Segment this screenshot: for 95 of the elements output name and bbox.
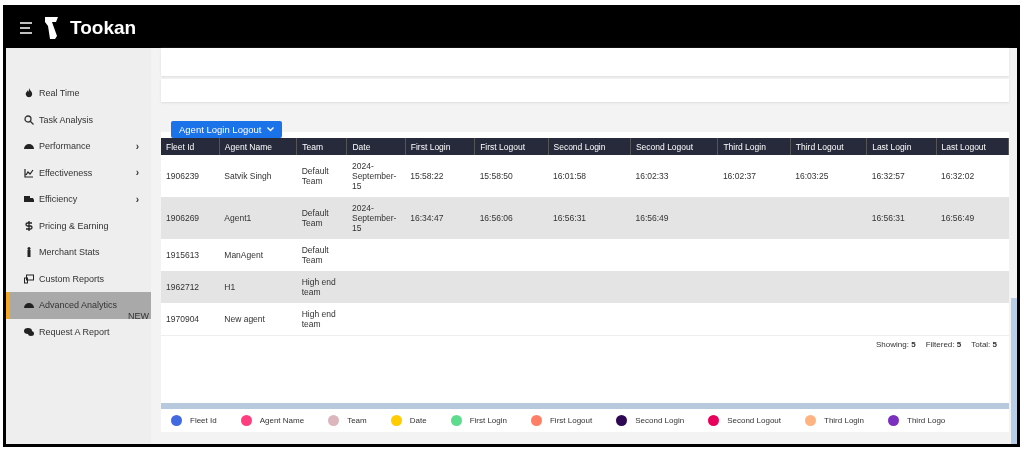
table-cell: 16:32:57 xyxy=(866,155,936,197)
legend-label: Team xyxy=(347,416,367,425)
sidebar-label: Real Time xyxy=(39,88,80,99)
sidebar-label: Effectiveness xyxy=(39,167,93,178)
column-header[interactable]: First Logout xyxy=(474,138,548,155)
legend-label: Date xyxy=(409,416,427,425)
table-cell: 16:56:49 xyxy=(630,197,718,239)
search-icon xyxy=(24,114,34,125)
table-cell: 16:56:06 xyxy=(474,197,548,239)
report-dropdown[interactable]: Agent Login Logout xyxy=(171,121,283,138)
column-header[interactable]: Fleet Id xyxy=(161,138,220,155)
scrollbar-thumb[interactable] xyxy=(1011,298,1017,444)
sidebar-label: Task Analysis xyxy=(39,114,94,125)
column-header[interactable]: First Login xyxy=(405,138,475,155)
caret-icon xyxy=(267,127,275,132)
table-cell: 16:02:37 xyxy=(717,155,791,197)
table-cell: New agent xyxy=(219,303,297,335)
sidebar-label: Performance xyxy=(39,141,91,152)
table-cell: 16:32:02 xyxy=(936,155,1009,197)
stat-text: Total: 5 xyxy=(971,340,997,349)
sidebar-item[interactable]: Request A Report xyxy=(6,318,151,345)
column-header[interactable]: Team xyxy=(296,138,347,155)
table-cell: Agent1 xyxy=(219,197,297,239)
column-header[interactable]: Date xyxy=(346,138,406,155)
column-header[interactable]: Third Logout xyxy=(790,138,867,155)
table-cell: High end team xyxy=(296,303,347,335)
sidebar-item[interactable]: Merchant Stats xyxy=(6,239,151,266)
dollar-icon xyxy=(24,220,34,231)
legend-label: Third Login xyxy=(824,416,865,425)
gauge-icon xyxy=(24,300,34,311)
logo-text: Tookan xyxy=(70,17,137,39)
gauge-icon xyxy=(24,141,34,152)
column-header[interactable]: Third Login xyxy=(717,138,791,155)
sidebar-label: Request A Report xyxy=(39,326,110,337)
menu-icon[interactable] xyxy=(20,22,34,34)
column-header[interactable]: Second Login xyxy=(548,138,631,155)
table-cell: Default Team xyxy=(296,197,347,239)
column-header[interactable]: Second Logout xyxy=(630,138,718,155)
person-icon xyxy=(24,247,34,258)
sidebar-label: Custom Reports xyxy=(39,273,105,284)
sidebar-item[interactable]: Task Analysis xyxy=(6,106,151,133)
table-cell: 15:58:22 xyxy=(405,155,475,197)
table-cell: 15:58:50 xyxy=(474,155,548,197)
legend-label: Second Login xyxy=(635,416,685,425)
flame-icon xyxy=(24,88,34,99)
table-cell: 16:03:25 xyxy=(790,155,867,197)
sidebar-item[interactable]: Effectiveness › xyxy=(6,159,151,186)
table-cell: 16:34:47 xyxy=(405,197,475,239)
new-label: NEW xyxy=(128,310,149,321)
legend-label: First Logout xyxy=(550,416,593,425)
table-cell: 16:56:49 xyxy=(936,197,1009,239)
table-cell: 16:01:58 xyxy=(548,155,631,197)
legend-label: Second Logout xyxy=(727,416,781,425)
column-header[interactable]: Agent Name xyxy=(219,138,297,155)
table-cell: Satvik Singh xyxy=(219,155,297,197)
line-chart-icon xyxy=(24,167,34,178)
table-cell: 2024-September-15 xyxy=(346,155,406,197)
table-cell: 1906269 xyxy=(161,197,220,239)
sidebar-label: Pricing & Earning xyxy=(39,220,109,231)
legend-label: Fleet Id xyxy=(190,416,217,425)
truck-icon xyxy=(24,194,34,205)
logo-icon xyxy=(44,16,60,40)
table-cell: 2024-September-15 xyxy=(346,197,406,239)
legend-label: Third Logo xyxy=(907,416,946,425)
sidebar-item[interactable]: Real Time xyxy=(6,80,151,107)
table-cell: 1906239 xyxy=(161,155,220,197)
chat-icon xyxy=(24,326,34,337)
table-cell: 1915613 xyxy=(161,239,220,271)
chevron-glyph: › xyxy=(135,167,139,179)
table-cell: Default Team xyxy=(296,239,347,271)
table-cell: 16:56:31 xyxy=(548,197,631,239)
sidebar-label: Advanced Analytics xyxy=(39,300,118,311)
table-cell: ManAgent xyxy=(219,239,297,271)
sidebar-label: Efficiency xyxy=(39,194,78,205)
stat-text: Showing: 5 xyxy=(876,340,916,349)
table-cell: High end team xyxy=(296,271,347,303)
column-header[interactable]: Last Login xyxy=(866,138,936,155)
table-cell: 1962712 xyxy=(161,271,220,303)
sidebar-item[interactable]: Efficiency › xyxy=(6,186,151,213)
chevron-glyph: › xyxy=(135,193,139,205)
table-cell: H1 xyxy=(219,271,297,303)
legend-label: First Login xyxy=(469,416,507,425)
sidebar-item[interactable]: Custom Reports xyxy=(6,265,151,292)
table-cell: 16:56:31 xyxy=(866,197,936,239)
table-cell: 16:02:33 xyxy=(630,155,718,197)
column-header[interactable]: Last Logout xyxy=(936,138,1009,155)
sidebar-label: Merchant Stats xyxy=(39,247,100,258)
legend-label: Agent Name xyxy=(259,416,305,425)
table-cell: Default Team xyxy=(296,155,347,197)
sidebar-item[interactable]: Performance › xyxy=(6,133,151,160)
chevron-glyph: › xyxy=(135,140,139,152)
table-cell: 1970904 xyxy=(161,303,220,335)
monitor-icon xyxy=(24,273,34,284)
sidebar-item[interactable]: Pricing & Earning xyxy=(6,212,151,239)
stat-text: Filtered: 5 xyxy=(925,340,962,349)
